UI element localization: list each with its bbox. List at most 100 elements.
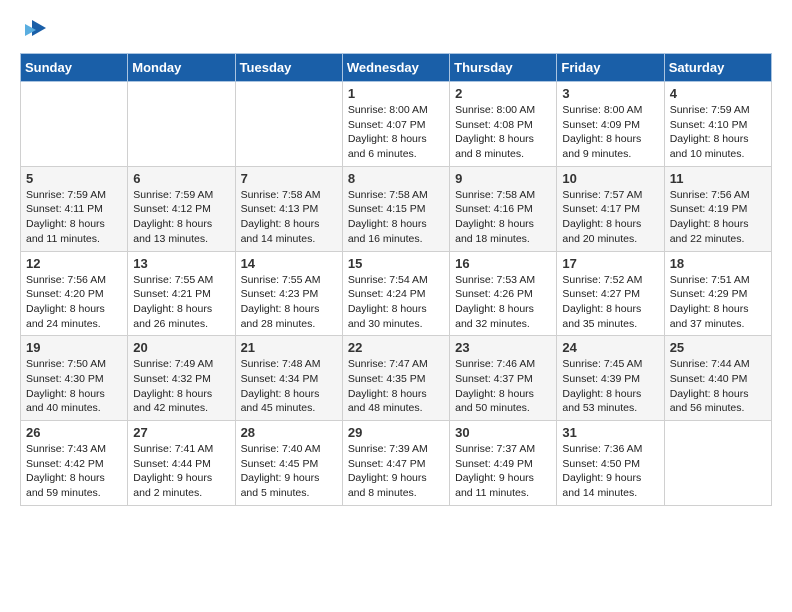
day-info: Sunrise: 7:37 AM Sunset: 4:49 PM Dayligh…: [455, 442, 551, 501]
day-info: Sunrise: 7:39 AM Sunset: 4:47 PM Dayligh…: [348, 442, 444, 501]
weekday-header-tuesday: Tuesday: [235, 54, 342, 82]
calendar-cell: 9 Sunrise: 7:58 AM Sunset: 4:16 PM Daylig…: [450, 166, 557, 251]
weekday-header-wednesday: Wednesday: [342, 54, 449, 82]
calendar-cell: 18 Sunrise: 7:51 AM Sunset: 4:29 PM Dayli…: [664, 251, 771, 336]
calendar-cell: 10 Sunrise: 7:57 AM Sunset: 4:17 PM Dayli…: [557, 166, 664, 251]
day-info: Sunrise: 7:58 AM Sunset: 4:13 PM Dayligh…: [241, 188, 337, 247]
day-info: Sunrise: 7:55 AM Sunset: 4:23 PM Dayligh…: [241, 273, 337, 332]
day-info: Sunrise: 7:47 AM Sunset: 4:35 PM Dayligh…: [348, 357, 444, 416]
day-info: Sunrise: 7:51 AM Sunset: 4:29 PM Dayligh…: [670, 273, 766, 332]
calendar-cell: 24 Sunrise: 7:45 AM Sunset: 4:39 PM Dayli…: [557, 336, 664, 421]
day-info: Sunrise: 7:56 AM Sunset: 4:19 PM Dayligh…: [670, 188, 766, 247]
day-info: Sunrise: 7:58 AM Sunset: 4:16 PM Dayligh…: [455, 188, 551, 247]
day-number: 7: [241, 171, 337, 186]
calendar-cell: 21Sunrise: 7:48 AM Sunset: 4:34 PM Dayli…: [235, 336, 342, 421]
day-info: Sunrise: 7:43 AM Sunset: 4:42 PM Dayligh…: [26, 442, 122, 501]
weekday-header-saturday: Saturday: [664, 54, 771, 82]
day-number: 14: [241, 256, 337, 271]
day-number: 5: [26, 171, 122, 186]
day-info: Sunrise: 7:57 AM Sunset: 4:17 PM Dayligh…: [562, 188, 658, 247]
calendar-cell: 27 Sunrise: 7:41 AM Sunset: 4:44 PM Dayli…: [128, 421, 235, 506]
day-number: 29: [348, 425, 444, 440]
calendar-cell: 7 Sunrise: 7:58 AM Sunset: 4:13 PM Daylig…: [235, 166, 342, 251]
day-number: 10: [562, 171, 658, 186]
calendar-cell: [21, 82, 128, 167]
day-info: Sunrise: 8:00 AM Sunset: 4:07 PM Dayligh…: [348, 103, 444, 162]
day-info: Sunrise: 7:59 AM Sunset: 4:11 PM Dayligh…: [26, 188, 122, 247]
day-number: 13: [133, 256, 229, 271]
day-number: 24: [562, 340, 658, 355]
calendar-cell: [235, 82, 342, 167]
calendar-cell: 26 Sunrise: 7:43 AM Sunset: 4:42 PM Dayli…: [21, 421, 128, 506]
calendar-cell: 22 Sunrise: 7:47 AM Sunset: 4:35 PM Dayli…: [342, 336, 449, 421]
day-info: Sunrise: 7:36 AM Sunset: 4:50 PM Dayligh…: [562, 442, 658, 501]
day-info: Sunrise: 7:53 AM Sunset: 4:26 PM Dayligh…: [455, 273, 551, 332]
day-number: 22: [348, 340, 444, 355]
calendar-cell: 30 Sunrise: 7:37 AM Sunset: 4:49 PM Dayli…: [450, 421, 557, 506]
weekday-header-monday: Monday: [128, 54, 235, 82]
calendar-cell: 3 Sunrise: 8:00 AM Sunset: 4:09 PM Daylig…: [557, 82, 664, 167]
day-number: 9: [455, 171, 551, 186]
day-number: 2: [455, 86, 551, 101]
day-info: Sunrise: 7:46 AM Sunset: 4:37 PM Dayligh…: [455, 357, 551, 416]
day-info: Sunrise: 7:59 AM Sunset: 4:12 PM Dayligh…: [133, 188, 229, 247]
day-number: 25: [670, 340, 766, 355]
day-info: Sunrise: 7:41 AM Sunset: 4:44 PM Dayligh…: [133, 442, 229, 501]
day-number: 27: [133, 425, 229, 440]
day-number: 31: [562, 425, 658, 440]
day-info: Sunrise: 7:59 AM Sunset: 4:10 PM Dayligh…: [670, 103, 766, 162]
day-number: 20: [133, 340, 229, 355]
day-number: 21: [241, 340, 337, 355]
calendar-table: SundayMondayTuesdayWednesdayThursdayFrid…: [20, 53, 772, 506]
day-info: Sunrise: 7:55 AM Sunset: 4:21 PM Dayligh…: [133, 273, 229, 332]
day-number: 4: [670, 86, 766, 101]
calendar-week-2: 5 Sunrise: 7:59 AM Sunset: 4:11 PM Daylig…: [21, 166, 772, 251]
calendar-cell: 15 Sunrise: 7:54 AM Sunset: 4:24 PM Dayli…: [342, 251, 449, 336]
calendar-cell: 31 Sunrise: 7:36 AM Sunset: 4:50 PM Dayli…: [557, 421, 664, 506]
day-number: 6: [133, 171, 229, 186]
day-number: 15: [348, 256, 444, 271]
day-info: Sunrise: 7:56 AM Sunset: 4:20 PM Dayligh…: [26, 273, 122, 332]
calendar-cell: 29 Sunrise: 7:39 AM Sunset: 4:47 PM Dayli…: [342, 421, 449, 506]
calendar-cell: 20 Sunrise: 7:49 AM Sunset: 4:32 PM Dayli…: [128, 336, 235, 421]
calendar-week-5: 26 Sunrise: 7:43 AM Sunset: 4:42 PM Dayli…: [21, 421, 772, 506]
calendar-cell: 17Sunrise: 7:52 AM Sunset: 4:27 PM Dayli…: [557, 251, 664, 336]
page-header: [20, 20, 772, 43]
day-number: 26: [26, 425, 122, 440]
day-number: 12: [26, 256, 122, 271]
calendar-cell: 5 Sunrise: 7:59 AM Sunset: 4:11 PM Daylig…: [21, 166, 128, 251]
day-info: Sunrise: 7:54 AM Sunset: 4:24 PM Dayligh…: [348, 273, 444, 332]
calendar-cell: [128, 82, 235, 167]
day-number: 18: [670, 256, 766, 271]
logo-icon: [22, 14, 50, 42]
calendar-week-1: 1 Sunrise: 8:00 AM Sunset: 4:07 PM Daylig…: [21, 82, 772, 167]
day-number: 3: [562, 86, 658, 101]
calendar-cell: 8 Sunrise: 7:58 AM Sunset: 4:15 PM Daylig…: [342, 166, 449, 251]
weekday-header-thursday: Thursday: [450, 54, 557, 82]
day-info: Sunrise: 7:58 AM Sunset: 4:15 PM Dayligh…: [348, 188, 444, 247]
day-info: Sunrise: 7:49 AM Sunset: 4:32 PM Dayligh…: [133, 357, 229, 416]
day-number: 19: [26, 340, 122, 355]
day-info: Sunrise: 7:45 AM Sunset: 4:39 PM Dayligh…: [562, 357, 658, 416]
calendar-cell: 11 Sunrise: 7:56 AM Sunset: 4:19 PM Dayli…: [664, 166, 771, 251]
calendar-cell: 12 Sunrise: 7:56 AM Sunset: 4:20 PM Dayli…: [21, 251, 128, 336]
calendar-cell: 1 Sunrise: 8:00 AM Sunset: 4:07 PM Daylig…: [342, 82, 449, 167]
day-number: 8: [348, 171, 444, 186]
day-number: 16: [455, 256, 551, 271]
day-number: 11: [670, 171, 766, 186]
calendar-week-3: 12 Sunrise: 7:56 AM Sunset: 4:20 PM Dayli…: [21, 251, 772, 336]
weekday-header-friday: Friday: [557, 54, 664, 82]
calendar-cell: 4 Sunrise: 7:59 AM Sunset: 4:10 PM Daylig…: [664, 82, 771, 167]
calendar-cell: 19Sunrise: 7:50 AM Sunset: 4:30 PM Dayli…: [21, 336, 128, 421]
day-number: 1: [348, 86, 444, 101]
logo: [20, 20, 50, 43]
calendar-cell: 6 Sunrise: 7:59 AM Sunset: 4:12 PM Daylig…: [128, 166, 235, 251]
weekday-header-sunday: Sunday: [21, 54, 128, 82]
day-info: Sunrise: 8:00 AM Sunset: 4:09 PM Dayligh…: [562, 103, 658, 162]
day-info: Sunrise: 7:40 AM Sunset: 4:45 PM Dayligh…: [241, 442, 337, 501]
calendar-cell: 14 Sunrise: 7:55 AM Sunset: 4:23 PM Dayli…: [235, 251, 342, 336]
day-number: 30: [455, 425, 551, 440]
day-info: Sunrise: 7:44 AM Sunset: 4:40 PM Dayligh…: [670, 357, 766, 416]
day-number: 17: [562, 256, 658, 271]
calendar-cell: 25 Sunrise: 7:44 AM Sunset: 4:40 PM Dayli…: [664, 336, 771, 421]
